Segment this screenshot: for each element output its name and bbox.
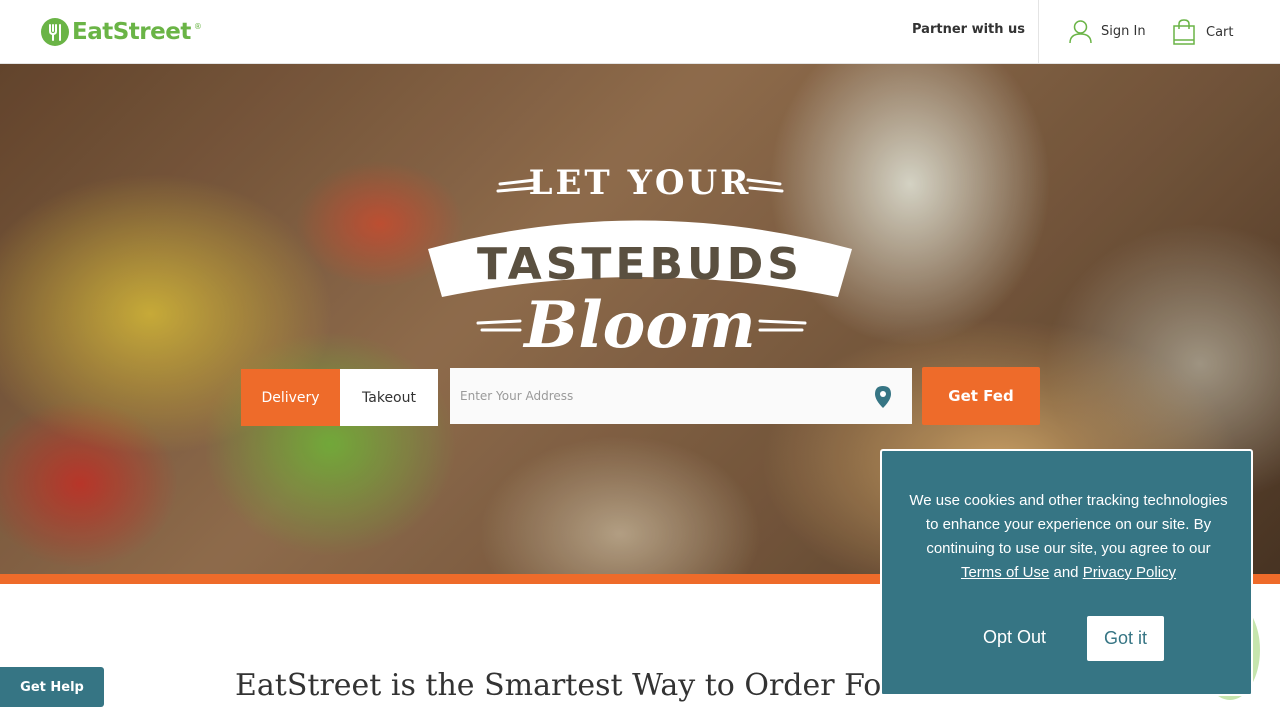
opt-out-button[interactable]: Opt Out [983,627,1046,648]
user-icon [1069,20,1092,44]
sign-in-link[interactable]: Sign In [1069,19,1146,44]
partner-with-us-link[interactable]: Partner with us [912,22,1025,37]
get-fed-button[interactable]: Get Fed [922,367,1040,425]
header-divider [1038,0,1039,64]
cookie-text-before: We use cookies and other tracking techno… [909,492,1228,557]
cookie-message: We use cookies and other tracking techno… [906,489,1231,585]
address-input[interactable] [450,368,912,424]
tagline-line2: TASTEBUDS [477,239,803,290]
cart-label: Cart [1206,24,1234,40]
cookie-text-and: and [1049,564,1083,581]
page-headline: EatStreet is the Smartest Way to Order F… [235,668,882,703]
location-pin-icon[interactable] [874,385,892,409]
terms-of-use-link[interactable]: Terms of Use [961,564,1049,581]
takeout-tab[interactable]: Takeout [340,369,438,426]
cart-link[interactable]: Cart [1173,19,1234,45]
get-help-button[interactable]: Get Help [0,667,104,707]
got-it-button[interactable]: Got it [1087,616,1164,661]
registered-mark: ® [193,21,202,31]
fork-logo-icon [41,18,69,46]
delivery-tab[interactable]: Delivery [241,369,340,426]
privacy-policy-link[interactable]: Privacy Policy [1083,564,1176,581]
site-header: EatStreet ® Partner with us Sign In Cart [0,0,1280,64]
tagline-line3: Bloom [522,288,756,357]
eatstreet-logo[interactable]: EatStreet ® [41,18,202,46]
logo-wordmark: EatStreet [72,19,191,45]
tagline-line1: LET YOUR [529,163,752,203]
cookie-banner: We use cookies and other tracking techno… [880,449,1253,696]
tagline-graphic: LET YOUR TASTEBUDS Bloom [428,163,852,357]
shopping-bag-icon [1173,19,1195,45]
sign-in-label: Sign In [1101,24,1146,39]
